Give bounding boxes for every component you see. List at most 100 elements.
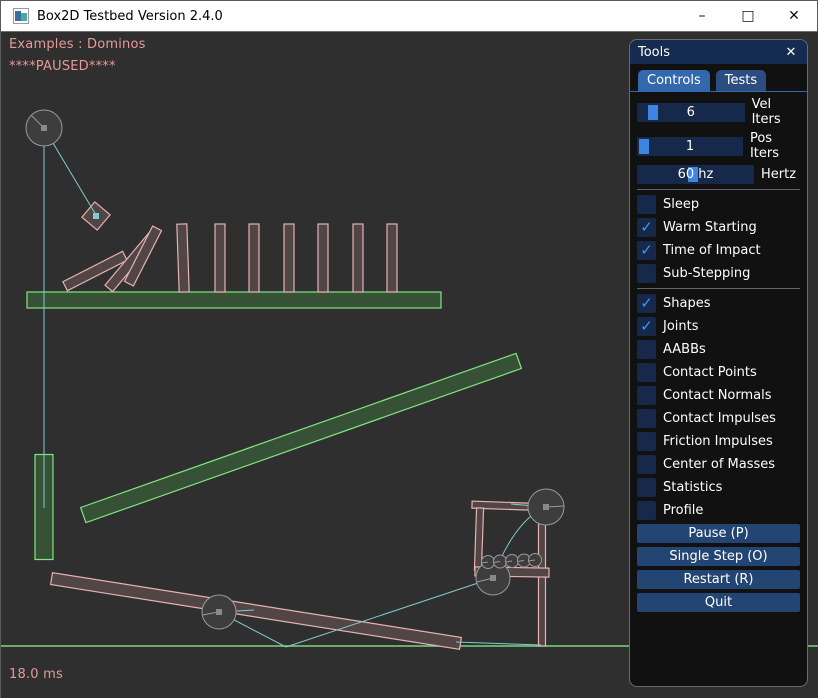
- minimize-button[interactable]: –: [679, 1, 725, 31]
- standing-domino: [249, 224, 259, 292]
- simulation-canvas[interactable]: Examples : Dominos ****PAUSED**** 18.0 m…: [1, 32, 818, 698]
- checkbox-label: Joints: [663, 319, 699, 334]
- checkbox-label: Profile: [663, 503, 703, 518]
- tools-close-icon[interactable]: ✕: [783, 44, 799, 60]
- slider-label: Hertz: [761, 167, 796, 182]
- checkbox-row-warm-starting[interactable]: ✓ Warm Starting: [637, 218, 800, 237]
- frame-time-label: 18.0 ms: [9, 667, 63, 682]
- checkbox-statistics[interactable]: [637, 478, 656, 497]
- joint-line: [456, 642, 541, 645]
- app-window: Box2D Testbed Version 2.4.0 – □ ✕ Exampl…: [0, 0, 818, 698]
- single-step-o-button[interactable]: Single Step (O): [637, 547, 800, 566]
- quit-button[interactable]: Quit: [637, 593, 800, 612]
- checkbox-row-contact-impulses[interactable]: Contact Impulses: [637, 409, 800, 428]
- joint-anchor: [41, 125, 47, 131]
- checkbox-label: Contact Normals: [663, 388, 772, 403]
- check-icon: ✓: [640, 319, 653, 334]
- checkbox-row-time-of-impact[interactable]: ✓ Time of Impact: [637, 241, 800, 260]
- checkbox-row-shapes[interactable]: ✓ Shapes: [637, 294, 800, 313]
- slider-value: 60 hz: [678, 167, 714, 182]
- checkbox-label: Warm Starting: [663, 220, 757, 235]
- tools-panel: Tools ✕ Controls Tests 6 Vel Iters 1 Pos Ite…: [629, 39, 808, 687]
- checkbox-sub-stepping[interactable]: [637, 264, 656, 283]
- checkbox-label: Contact Impulses: [663, 411, 776, 426]
- checkbox-row-friction-impulses[interactable]: Friction Impulses: [637, 432, 800, 451]
- checkbox-row-center-of-masses[interactable]: Center of Masses: [637, 455, 800, 474]
- checkbox-label: Time of Impact: [663, 243, 761, 258]
- button-group: Pause (P) Single Step (O) Restart (R) Quit: [637, 524, 800, 612]
- paused-label: ****PAUSED****: [9, 59, 116, 74]
- checkbox-row-sub-stepping[interactable]: Sub-Stepping: [637, 264, 800, 283]
- tab-tests[interactable]: Tests: [716, 70, 766, 91]
- joint-anchor: [93, 213, 99, 219]
- checkbox-contact-impulses[interactable]: [637, 409, 656, 428]
- separator: [637, 288, 800, 289]
- close-button[interactable]: ✕: [771, 1, 817, 31]
- checkbox-row-contact-normals[interactable]: Contact Normals: [637, 386, 800, 405]
- checkbox-label: Shapes: [663, 296, 710, 311]
- slider-grab[interactable]: [648, 105, 658, 120]
- maximize-button[interactable]: □: [725, 1, 771, 31]
- checkbox-center-of-masses[interactable]: [637, 455, 656, 474]
- joint-anchor: [216, 609, 222, 615]
- slider-group: 6 Vel Iters 1 Pos Iters 60 hz Hertz: [637, 97, 800, 184]
- window-controls: – □ ✕: [679, 1, 817, 31]
- standing-domino: [215, 224, 225, 292]
- slider-vel-iters[interactable]: 6: [637, 103, 745, 122]
- titlebar[interactable]: Box2D Testbed Version 2.4.0 – □ ✕: [1, 1, 817, 32]
- slider-pos-iters[interactable]: 1: [637, 137, 743, 156]
- slider-hertz[interactable]: 60 hz: [637, 165, 754, 184]
- slider-label: Vel Iters: [752, 97, 800, 127]
- slider-grab[interactable]: [639, 139, 649, 154]
- check-icon: ✓: [640, 243, 653, 258]
- checkbox-label: Contact Points: [663, 365, 757, 380]
- check-icon: ✓: [640, 296, 653, 311]
- checkbox-contact-points[interactable]: [637, 363, 656, 382]
- joint-anchor: [490, 575, 496, 581]
- checkbox-time-of-impact[interactable]: ✓: [637, 241, 656, 260]
- slider-value: 1: [686, 139, 694, 154]
- slider-row: 6 Vel Iters: [637, 97, 800, 127]
- seesaw-plank: [51, 573, 462, 650]
- slider-row: 1 Pos Iters: [637, 131, 800, 161]
- checkbox-row-aabbs[interactable]: AABBs: [637, 340, 800, 359]
- checkbox-groups: Sleep ✓ Warm Starting ✓ Time of Impact Sub-St…: [637, 189, 800, 520]
- tools-panel-titlebar[interactable]: Tools ✕: [630, 40, 807, 64]
- checkbox-warm-starting[interactable]: ✓: [637, 218, 656, 237]
- checkbox-row-profile[interactable]: Profile: [637, 501, 800, 520]
- example-label: Examples : Dominos: [9, 37, 146, 52]
- standing-domino: [177, 224, 189, 292]
- check-icon: ✓: [640, 220, 653, 235]
- checkbox-joints[interactable]: ✓: [637, 317, 656, 336]
- standing-domino: [387, 224, 397, 292]
- checkbox-profile[interactable]: [637, 501, 656, 520]
- checkbox-row-sleep[interactable]: Sleep: [637, 195, 800, 214]
- checkbox-row-contact-points[interactable]: Contact Points: [637, 363, 800, 382]
- checkbox-aabbs[interactable]: [637, 340, 656, 359]
- checkbox-shapes[interactable]: ✓: [637, 294, 656, 313]
- domino-platform: [27, 292, 441, 308]
- checkbox-friction-impulses[interactable]: [637, 432, 656, 451]
- app-icon: [13, 8, 29, 24]
- checkbox-contact-normals[interactable]: [637, 386, 656, 405]
- standing-domino: [284, 224, 294, 292]
- tab-controls[interactable]: Controls: [638, 70, 710, 91]
- standing-domino: [353, 224, 363, 292]
- standing-domino: [318, 224, 328, 292]
- checkbox-label: Sleep: [663, 197, 699, 212]
- tab-bar: Controls Tests: [637, 70, 800, 91]
- checkbox-label: Sub-Stepping: [663, 266, 750, 281]
- window-title: Box2D Testbed Version 2.4.0: [37, 9, 223, 24]
- pause-p-button[interactable]: Pause (P): [637, 524, 800, 543]
- slider-label: Pos Iters: [750, 131, 800, 161]
- checkbox-label: Center of Masses: [663, 457, 775, 472]
- checkbox-label: AABBs: [663, 342, 706, 357]
- checkbox-row-statistics[interactable]: Statistics: [637, 478, 800, 497]
- restart-r-button[interactable]: Restart (R): [637, 570, 800, 589]
- checkbox-row-joints[interactable]: ✓ Joints: [637, 317, 800, 336]
- separator: [637, 189, 800, 190]
- slider-value: 6: [687, 105, 695, 120]
- checkbox-sleep[interactable]: [637, 195, 656, 214]
- tab-underline: [630, 91, 807, 92]
- ramp: [81, 353, 522, 522]
